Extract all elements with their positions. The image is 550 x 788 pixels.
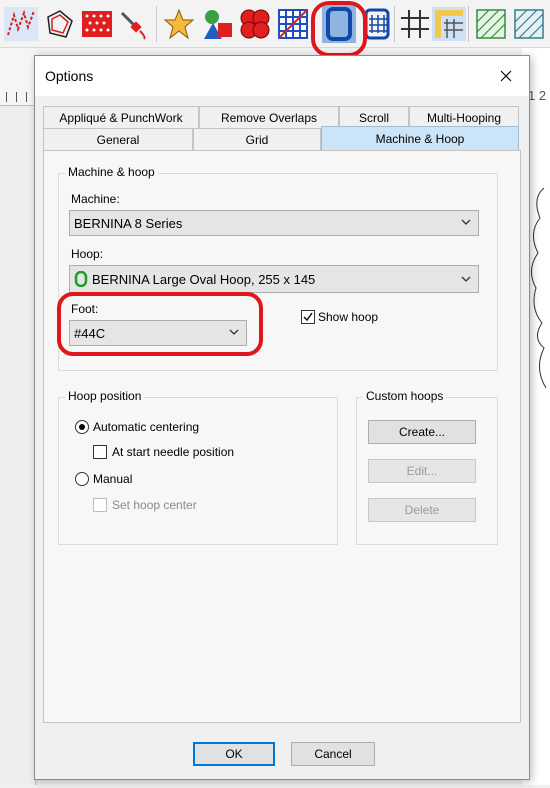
ruler-numbers: 1 2 xyxy=(528,88,547,103)
tab-machine-hoop[interactable]: Machine & Hoop xyxy=(321,126,519,151)
ruler-horizontal xyxy=(0,48,38,106)
tab-applique-punchwork[interactable]: Appliqué & PunchWork xyxy=(43,106,199,128)
at-start-needle-label[interactable]: At start needle position xyxy=(112,445,234,459)
at-start-needle-checkbox[interactable] xyxy=(93,445,107,459)
foot-highlight xyxy=(57,292,263,356)
grid-icon[interactable] xyxy=(396,4,434,44)
machine-value: BERNINA 8 Series xyxy=(74,215,183,231)
hoop-value: BERNINA Large Oval Hoop, 255 x 145 xyxy=(92,271,316,287)
create-hoop-button[interactable]: Create... xyxy=(368,420,476,444)
checkmark-icon xyxy=(303,312,313,322)
needle-icon[interactable] xyxy=(116,4,154,44)
edit-hoop-button: Edit... xyxy=(368,459,476,483)
hatch-fill-icon[interactable] xyxy=(472,4,510,44)
machine-select[interactable]: BERNINA 8 Series xyxy=(69,210,479,236)
tab-general[interactable]: General xyxy=(43,128,193,150)
hatch-fill-alt-icon[interactable] xyxy=(510,4,548,44)
machine-label: Machine: xyxy=(71,192,120,206)
tab-panel-machine-hoop: Machine & hoop Machine: BERNINA 8 Series… xyxy=(43,150,521,723)
tab-grid[interactable]: Grid xyxy=(193,128,321,150)
set-hoop-center-checkbox xyxy=(93,498,107,512)
set-hoop-center-label: Set hoop center xyxy=(112,498,197,512)
fill-pattern-icon[interactable] xyxy=(78,4,116,44)
shapes-icon[interactable] xyxy=(198,4,236,44)
manual-radio[interactable] xyxy=(75,472,89,486)
ok-button[interactable]: OK xyxy=(193,742,275,766)
outline-shape-icon[interactable] xyxy=(40,4,78,44)
hoop-select[interactable]: BERNINA Large Oval Hoop, 255 x 145 xyxy=(69,265,479,293)
dialog-titlebar[interactable]: Options xyxy=(35,56,529,96)
manual-label[interactable]: Manual xyxy=(93,472,132,486)
delete-hoop-button: Delete xyxy=(368,498,476,522)
hoop-icon-highlight xyxy=(311,1,367,57)
tab-remove-overlaps[interactable]: Remove Overlaps xyxy=(199,106,339,128)
appliqué-shapes-icon[interactable] xyxy=(160,4,198,44)
cancel-button[interactable]: Cancel xyxy=(291,742,375,766)
design-canvas[interactable] xyxy=(0,106,36,785)
custom-hoops-group: Custom hoops Create... Edit... Delete xyxy=(356,389,498,545)
ruler-grid-icon[interactable] xyxy=(430,4,468,44)
automatic-centering-radio[interactable] xyxy=(75,420,89,434)
flower-icon[interactable] xyxy=(236,4,274,44)
group-legend: Custom hoops xyxy=(363,389,447,403)
group-legend: Hoop position xyxy=(65,389,145,403)
main-toolbar xyxy=(0,0,550,57)
chevron-down-icon xyxy=(461,219,471,225)
hoop-label: Hoop: xyxy=(71,247,104,261)
chevron-down-icon xyxy=(461,276,471,282)
hoop-position-group: Hoop position Automatic centering At sta… xyxy=(58,389,338,545)
group-legend: Machine & hoop xyxy=(65,165,158,179)
tab-scroll[interactable]: Scroll xyxy=(339,106,409,128)
tab-multi-hooping[interactable]: Multi-Hooping xyxy=(409,106,519,128)
show-hoop-checkbox[interactable] xyxy=(301,310,315,324)
close-icon xyxy=(500,70,512,82)
automatic-centering-label[interactable]: Automatic centering xyxy=(93,420,199,434)
grid-fill-icon[interactable] xyxy=(274,4,312,44)
close-button[interactable] xyxy=(483,56,529,96)
show-hoop-label[interactable]: Show hoop xyxy=(318,310,378,324)
stitch-pattern-icon[interactable] xyxy=(2,4,40,44)
options-dialog: Options Appliqué & PunchWork Remove Over… xyxy=(34,55,530,780)
dialog-title: Options xyxy=(45,68,94,84)
oval-hoop-icon xyxy=(74,271,88,287)
